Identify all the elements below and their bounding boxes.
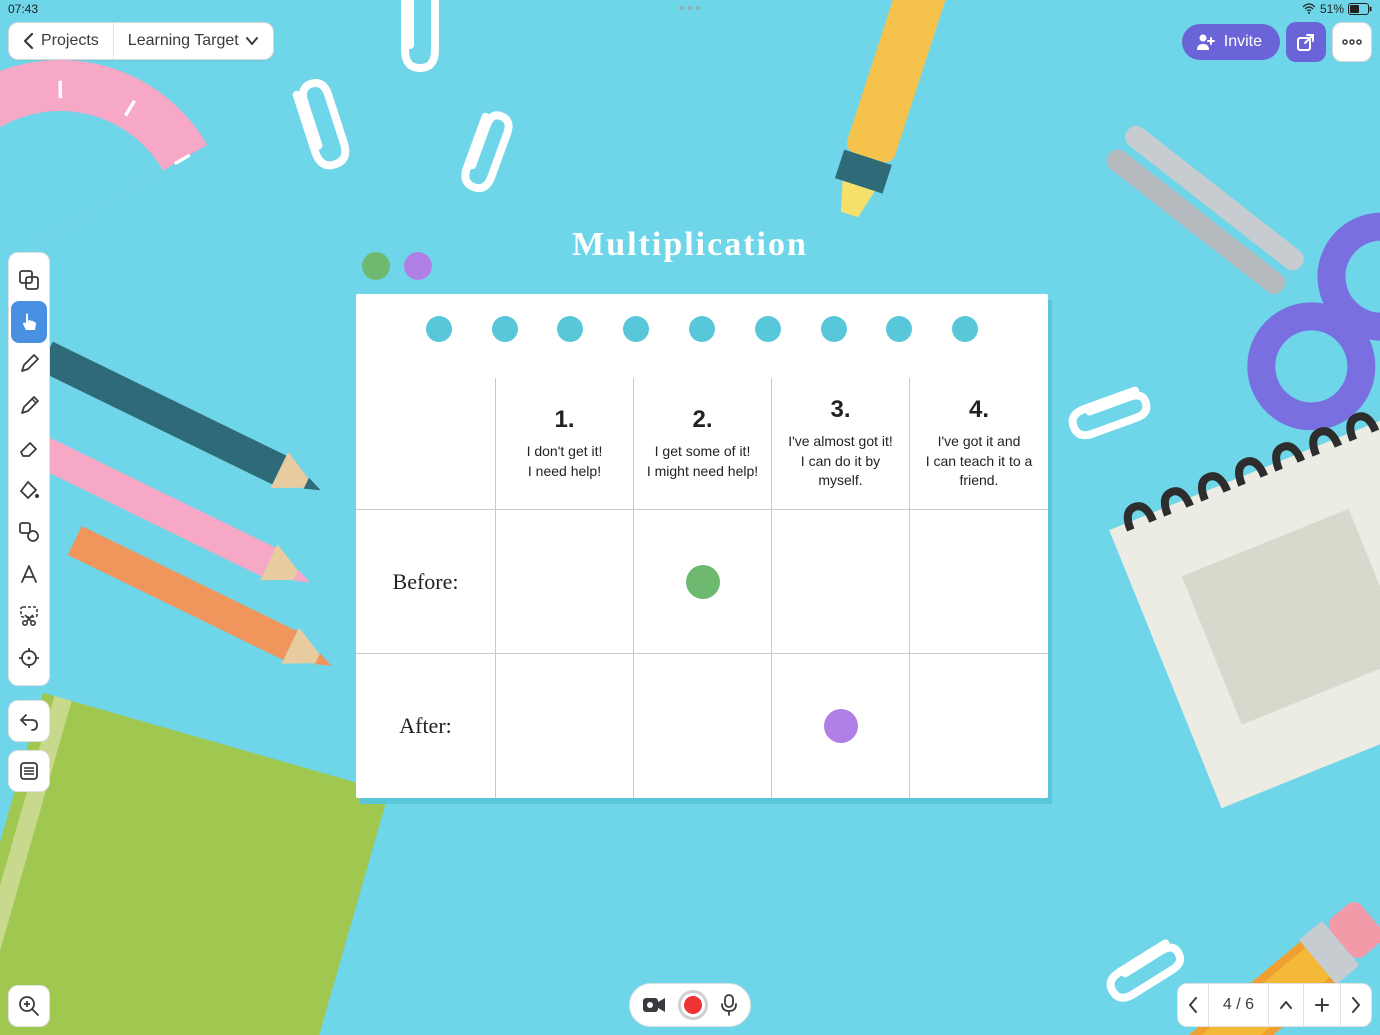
col-1-header: 1. I don't get it!I need help! [496, 378, 634, 510]
pencil-decoration [16, 422, 325, 605]
after-2[interactable] [634, 654, 772, 798]
notepad-decoration [1076, 366, 1380, 835]
before-label: Before: [356, 510, 496, 654]
pen-tool[interactable] [11, 343, 47, 385]
pencil-decoration [35, 334, 335, 513]
zoom-button[interactable] [8, 985, 50, 1027]
back-label: Projects [41, 32, 99, 50]
record-icon [684, 996, 702, 1014]
fill-tool[interactable] [11, 469, 47, 511]
invite-label: Invite [1224, 33, 1262, 51]
duplicate-tool[interactable] [11, 259, 47, 301]
top-left-controls: Projects Learning Target [8, 22, 274, 60]
legend-dot-green[interactable] [362, 252, 390, 280]
project-dropdown[interactable]: Learning Target [114, 23, 273, 59]
before-1[interactable] [496, 510, 634, 654]
learning-target-card[interactable]: 1. I don't get it!I need help! 2. I get … [356, 294, 1048, 798]
top-right-controls: Invite [1182, 22, 1372, 62]
before-2[interactable] [634, 510, 772, 654]
after-4[interactable] [910, 654, 1048, 798]
legend-dot-purple[interactable] [404, 252, 432, 280]
pencil-tool[interactable] [11, 385, 47, 427]
more-button[interactable] [1332, 22, 1372, 62]
header-blank [356, 378, 496, 510]
col-2-header: 2. I get some of it!I might need help! [634, 378, 772, 510]
back-button[interactable]: Projects [9, 23, 113, 59]
select-tool[interactable] [11, 301, 47, 343]
battery-icon [1348, 3, 1372, 15]
binder-holes [356, 316, 1048, 342]
next-page-button[interactable] [1340, 984, 1371, 1026]
page-nav: 4 / 6 [1177, 983, 1372, 1027]
legend-dots [362, 252, 432, 280]
before-3[interactable] [772, 510, 910, 654]
highlighter-decoration [788, 0, 982, 260]
hand-pointer-icon [18, 311, 40, 333]
mic-icon[interactable] [720, 994, 738, 1016]
prev-page-button[interactable] [1178, 984, 1208, 1026]
share-icon [1295, 31, 1317, 53]
status-right: 51% [1302, 2, 1372, 16]
after-1[interactable] [496, 654, 634, 798]
zoom-in-icon [18, 995, 40, 1017]
pencil-decoration [64, 519, 346, 689]
chevron-left-icon [1188, 997, 1198, 1013]
shapes-tool[interactable] [11, 511, 47, 553]
chevron-left-icon [23, 33, 35, 49]
page-title: Multiplication [572, 226, 808, 264]
undo-button[interactable] [8, 700, 50, 742]
pen-icon [18, 353, 40, 375]
fill-icon [18, 479, 40, 501]
page-indicator[interactable]: 4 / 6 [1208, 984, 1268, 1026]
rubric-grid: 1. I don't get it!I need help! 2. I get … [356, 378, 1048, 798]
status-bar: 07:43 51% [0, 0, 1380, 18]
share-button[interactable] [1286, 22, 1326, 62]
invite-button[interactable]: Invite [1182, 24, 1280, 60]
after-3[interactable] [772, 654, 910, 798]
chevron-down-icon [245, 36, 259, 46]
wifi-icon [1302, 3, 1316, 15]
left-toolbar [8, 252, 50, 686]
scissors-decoration [1060, 70, 1380, 430]
pages-button[interactable] [8, 750, 50, 792]
add-page-button[interactable] [1303, 984, 1340, 1026]
text-icon [18, 563, 40, 585]
shapes-icon [18, 521, 40, 543]
target-icon [18, 647, 40, 669]
undo-icon [18, 710, 40, 732]
more-icon [1342, 39, 1362, 45]
video-icon[interactable] [642, 996, 666, 1014]
clip-decoration [444, 95, 521, 205]
battery-percent: 51% [1320, 2, 1344, 16]
scissors-select-icon [18, 605, 40, 627]
eraser-tool[interactable] [11, 427, 47, 469]
status-time: 07:43 [8, 2, 38, 16]
after-marker[interactable] [824, 709, 858, 743]
cut-tool[interactable] [11, 595, 47, 637]
after-label: After: [356, 654, 496, 798]
laser-tool[interactable] [11, 637, 47, 679]
pencil-icon [18, 395, 40, 417]
collapse-button[interactable] [1268, 984, 1303, 1026]
before-4[interactable] [910, 510, 1048, 654]
text-tool[interactable] [11, 553, 47, 595]
chevron-right-icon [1351, 997, 1361, 1013]
clip-decoration [1053, 371, 1163, 448]
before-marker[interactable] [686, 565, 720, 599]
chevron-up-icon [1279, 1000, 1293, 1010]
clip-decoration [276, 65, 358, 185]
add-user-icon [1196, 33, 1216, 51]
plus-icon [1314, 997, 1330, 1013]
record-bar [629, 983, 751, 1027]
record-button[interactable] [678, 990, 708, 1020]
pages-icon [18, 760, 40, 782]
col-3-header: 3. I've almost got it!I can do it bymyse… [772, 378, 910, 510]
col-4-header: 4. I've got it andI can teach it to afri… [910, 378, 1048, 510]
eraser-icon [18, 437, 40, 459]
dropdown-label: Learning Target [128, 32, 239, 50]
multitask-grabber[interactable] [680, 6, 700, 10]
duplicate-icon [18, 269, 40, 291]
